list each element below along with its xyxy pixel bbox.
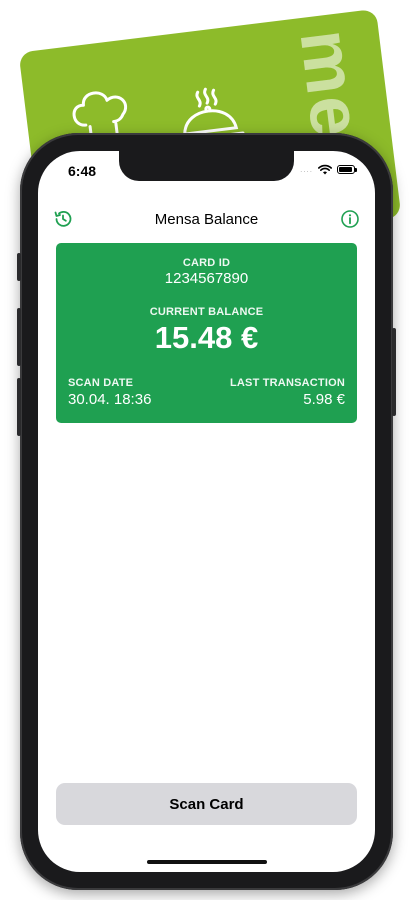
home-indicator[interactable] [147, 860, 267, 864]
phone-frame: 6:48 .... Mensa Balance CARD ID 12345678… [17, 133, 396, 890]
last-transaction-value: 5.98 € [303, 391, 345, 408]
stage: meal 6:48 .... Mensa Balance CARD ID 123… [0, 0, 413, 900]
current-balance-label: CURRENT BALANCE [149, 306, 264, 318]
volume-down-button [17, 378, 21, 436]
card-id-value: 1234567890 [164, 270, 249, 287]
screen: 6:48 .... Mensa Balance CARD ID 12345678… [38, 151, 375, 872]
status-time: 6:48 [68, 163, 97, 179]
last-transaction-label: LAST TRANSACTION [229, 377, 345, 389]
mute-switch [17, 253, 21, 281]
page-title: Mensa Balance [154, 211, 259, 228]
battery-icon [337, 165, 357, 174]
card-id-label: CARD ID [182, 257, 231, 269]
signal-dots: .... [300, 165, 313, 174]
power-button [392, 328, 396, 416]
status-indicators: .... [300, 164, 357, 175]
scan-date-value: 30.04. 18:36 [68, 391, 152, 408]
notch [119, 151, 294, 181]
volume-up-button [17, 308, 21, 366]
scan-date-label: SCAN DATE [68, 377, 134, 389]
info-icon[interactable] [339, 208, 361, 230]
scan-card-button[interactable]: Scan Card [56, 783, 357, 825]
wifi-icon [318, 164, 332, 175]
balance-card: CARD ID 1234567890 CURRENT BALANCE 15.48… [56, 243, 357, 423]
current-balance-value: 15.48 € [154, 320, 259, 355]
nav-bar: Mensa Balance [38, 201, 375, 241]
